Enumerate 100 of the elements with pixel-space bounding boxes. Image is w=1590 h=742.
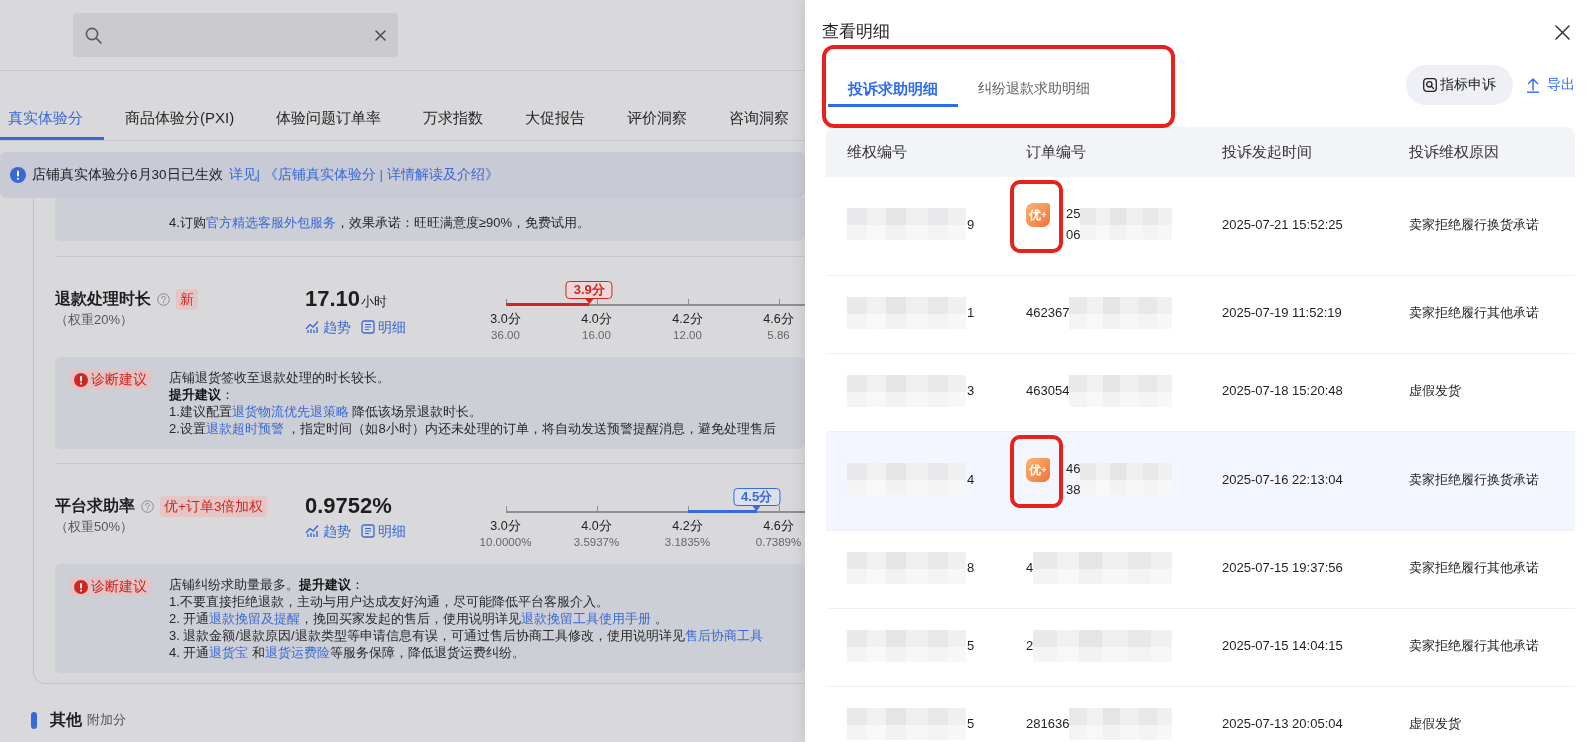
info-icon [10,167,26,183]
metric-value: 0.9752% [305,493,392,519]
table-cell-text: 2025-07-21 15:52:25 [1221,215,1344,234]
table-cell-text: 卖家拒绝履行换货承诺 [1408,470,1540,489]
help-icon [141,499,154,513]
table-row[interactable]: 1 462367 2025-07-19 11:52:19 卖家拒绝履行其他承诺 [826,276,1575,354]
tab[interactable]: 万求指数 [415,108,505,140]
tick-value: 12.00 [673,328,702,343]
order-number-text: 25 [1066,205,1081,223]
column-header: 订单编号 [1025,142,1086,162]
table-cell-text: 2025-07-18 15:20:48 [1221,382,1344,400]
tab[interactable]: 体验问题订单率 [268,108,403,140]
table-row[interactable]: 5 2 2025-07-15 14:04:15 卖家拒绝履行其他承诺 [826,609,1575,687]
tab[interactable]: 大促报告 [517,108,607,140]
advice-text: 4. 开通退货宝 和退货运费险等服务保障，降低退货运费纠纷。 [169,644,527,661]
order-number-text: 2 [1026,637,1034,655]
advice-link[interactable]: 退货宝 [209,645,249,660]
order-number-text: 281636 [1026,715,1070,733]
advice-link[interactable]: 退款超时预警 [205,421,284,436]
metric-tag: 优+订单3倍加权 [160,495,268,517]
order-number-text: 463054 [1026,382,1070,400]
tick-label: 4.6分 [763,311,794,327]
table-row[interactable]: 4 优$^{+}$ 46 38 2025-07-16 22:13:04 卖家拒绝履行换货承诺 [826,432,1575,531]
advice-text: 提升建议： [169,386,235,403]
tick-label: 4.0分 [581,311,612,327]
metric-weight: （权重20%） [55,311,134,329]
metric-value: 17.10 [305,286,361,312]
export-link[interactable]: 导出 [1526,76,1575,94]
advice-link[interactable]: 官方精选客服外包服务 [205,215,336,230]
advice-link[interactable]: 退货物流优先退策略 [231,404,349,419]
search-field[interactable] [73,13,398,57]
trend-icon [305,320,320,334]
notice-text: 店铺真实体验分6月30日已生效 [32,166,223,184]
tick-value: 36.00 [491,328,520,343]
tab[interactable]: 评价洞察 [619,108,709,140]
trend-link[interactable]: 趋势 [305,522,351,540]
advice-text: 2.设置退款超时预警 ，指定时间（如8小时）内还未处理的订单，将自动发送预警提醒消息，避免处理售后 [169,420,776,437]
advice-link[interactable]: 退货运费险 [265,645,331,660]
list-icon [361,320,375,334]
order-number-text: 46 [1066,460,1081,478]
tick-label: 4.2分 [672,518,703,534]
advice-link[interactable]: 退款挽留工具使用手册 [521,611,652,626]
table-row[interactable]: 9 优$^{+}$ 25 06 2025-07-21 15:52:25 卖家拒绝履行换货承诺 [826,177,1575,276]
metric-weight: （权重50%） [55,518,134,536]
rights-id-text: 5 [967,715,975,733]
advice-text: 1.不要直接拒绝退款，主动与用户达成友好沟通，尽可能降低平台客服介入。 [169,593,610,610]
tick-value: 16.00 [582,328,611,343]
table-cell-text: 卖家拒绝履行换货承诺 [1408,215,1540,234]
table-row[interactable]: 3 463054 2025-07-18 15:20:48 虚假发货 [826,354,1575,432]
alert-icon [74,372,88,387]
advice-text: 4.订购官方精选客服外包服务，效果承诺：旺旺满意度≥90%，免费试用。 [169,214,591,231]
table-cell-text: 虚假发货 [1408,382,1462,400]
metric-title: 平台求助率 [55,495,135,516]
table-row[interactable]: 8 4 2025-07-15 19:37:56 卖家拒绝履行其他承诺 [826,531,1575,609]
table-cell-text: 虚假发货 [1408,715,1462,733]
table-cell-text: 2025-07-16 22:13:04 [1221,470,1344,489]
accent-bar-icon [31,711,37,729]
table-cell-text: 2025-07-13 20:05:04 [1221,715,1344,733]
advice-text: 店铺纠纷求助量最多。提升建议： [169,576,365,593]
tab[interactable]: 纠纷退款求助明细 [958,70,1110,107]
premium-badge: 优$^{+}$ [1026,458,1050,482]
clear-icon[interactable] [375,29,386,41]
tab[interactable]: 商品体验分(PXI) [117,108,256,140]
tick-label: 4.0分 [581,518,612,534]
trend-link[interactable]: 趋势 [305,318,351,336]
alert-icon [74,579,88,594]
tick-label: 4.2分 [672,311,703,327]
order-number-text: 462367 [1026,304,1070,322]
table-row[interactable]: 5 281636 2025-07-13 20:05:04 虚假发货 [826,687,1575,742]
rights-id-text: 8 [967,559,975,577]
tab[interactable]: 投诉求助明细 [828,70,958,107]
metric-title: 退款处理时长 [55,288,151,309]
order-number-text: 06 [1066,226,1081,244]
notice-link[interactable]: 详见| 《店铺真实体验分 | 详情解读及介绍》 [228,166,499,184]
advice-link[interactable]: 退款挽留及提醒 [209,611,301,626]
tab[interactable]: 咨询洞察 [721,108,805,140]
diagnosis-label: 诊断建议 [91,577,147,596]
detail-link[interactable]: 明细 [361,318,406,336]
tick-label: 3.0分 [490,518,521,534]
table-cell-text: 卖家拒绝履行其他承诺 [1408,304,1540,322]
order-number-text: 38 [1066,481,1081,499]
close-icon[interactable] [1555,24,1570,40]
table-cell-text: 卖家拒绝履行其他承诺 [1408,559,1540,577]
rights-id-text: 1 [967,304,975,322]
upload-icon [1526,77,1540,93]
diagnosis-label: 诊断建议 [91,370,147,389]
advice-text: 3. 退款金额/退款原因/退款类型等申请信息有误，可通过售后协商工具修改，使用说明详见售后协商工具 [169,627,763,644]
column-header: 投诉维权原因 [1408,142,1499,162]
tab[interactable]: 真实体验分 [0,108,104,140]
tick-value: 3.5937% [573,535,620,550]
rights-id-text: 4 [967,470,975,489]
detail-link[interactable]: 明细 [361,522,406,540]
help-icon [157,292,170,306]
list-icon [361,524,375,538]
column-header: 维权编号 [846,142,907,162]
advice-link[interactable]: 售后协商工具 [684,628,763,643]
metric-tag: 新 [176,288,198,310]
rights-id-text: 9 [967,215,975,234]
appeal-button[interactable]: 指标申诉 [1406,65,1513,105]
search-icon [85,26,102,44]
